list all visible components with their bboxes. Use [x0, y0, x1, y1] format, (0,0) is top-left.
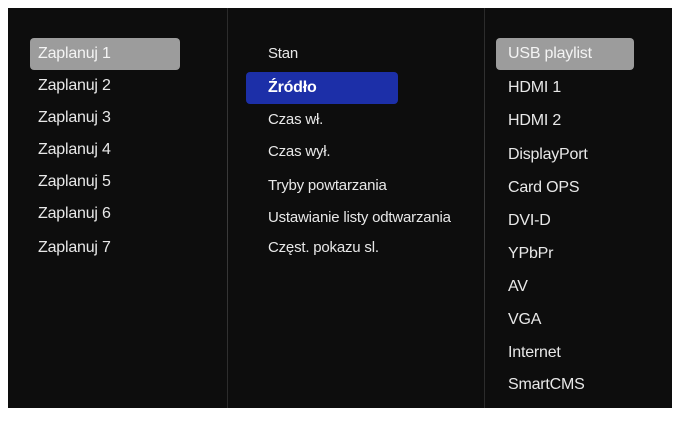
setting-item-status[interactable]: Stan	[246, 38, 398, 70]
column-divider-right	[484, 8, 485, 408]
schedule-item-1[interactable]: Zaplanuj 1	[30, 38, 180, 70]
column-divider-left	[227, 8, 228, 408]
source-item-dvi-d[interactable]: DVI-D	[496, 205, 634, 237]
source-item-usb-playlist[interactable]: USB playlist	[496, 38, 634, 70]
setting-item-playlist-setup[interactable]: Ustawianie listy odtwarzania	[246, 202, 451, 234]
source-item-card-ops[interactable]: Card OPS	[496, 172, 634, 204]
source-item-ypbpr[interactable]: YPbPr	[496, 238, 634, 270]
schedule-item-5[interactable]: Zaplanuj 5	[30, 166, 180, 198]
schedule-item-2[interactable]: Zaplanuj 2	[30, 70, 180, 102]
setting-item-source[interactable]: Źródło	[246, 72, 398, 104]
schedule-item-6[interactable]: Zaplanuj 6	[30, 198, 180, 230]
source-item-hdmi-2[interactable]: HDMI 2	[496, 105, 634, 137]
setting-item-off-time[interactable]: Czas wył.	[246, 136, 398, 168]
source-item-hdmi-1[interactable]: HDMI 1	[496, 72, 634, 104]
source-item-displayport[interactable]: DisplayPort	[496, 139, 634, 171]
source-item-av[interactable]: AV	[496, 271, 634, 303]
schedule-item-4[interactable]: Zaplanuj 4	[30, 134, 180, 166]
setting-item-on-time[interactable]: Czas wł.	[246, 104, 398, 136]
source-item-internet[interactable]: Internet	[496, 337, 634, 369]
setting-item-slideshow-frequency[interactable]: Częst. pokazu sl.	[246, 232, 398, 264]
schedule-item-3[interactable]: Zaplanuj 3	[30, 102, 180, 134]
setting-item-repeat-modes[interactable]: Tryby powtarzania	[246, 170, 398, 202]
source-item-smartcms[interactable]: SmartCMS	[496, 369, 634, 401]
osd-screen: Zaplanuj 1 Zaplanuj 2 Zaplanuj 3 Zaplanu…	[8, 8, 672, 408]
schedule-item-7[interactable]: Zaplanuj 7	[30, 232, 180, 264]
source-item-vga[interactable]: VGA	[496, 304, 634, 336]
